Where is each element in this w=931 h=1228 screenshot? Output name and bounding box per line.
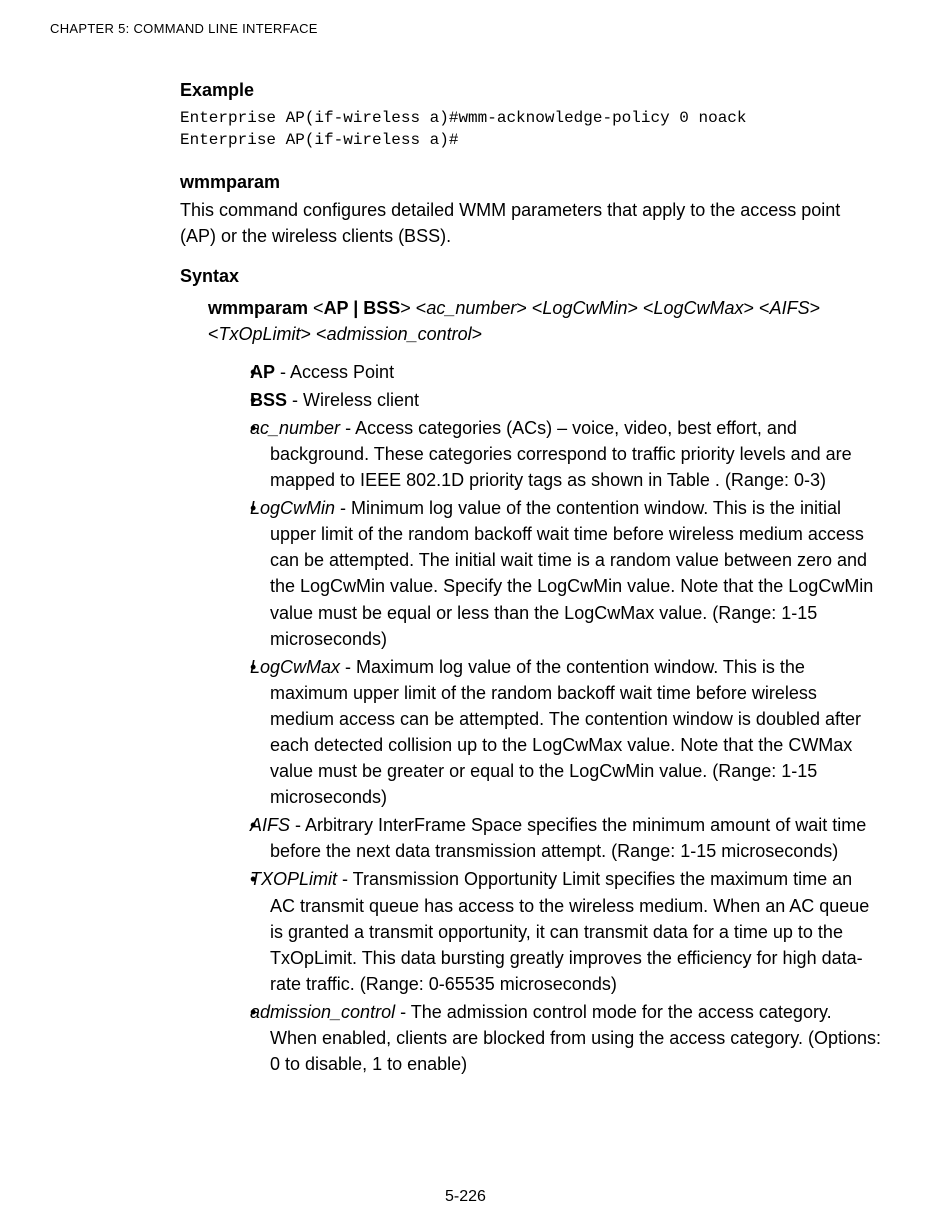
page-number: 5-226 — [0, 1185, 931, 1208]
param-term: AP — [250, 362, 275, 382]
syntax-adm: admission_control — [327, 324, 472, 344]
syntax-acnum: ac_number — [426, 298, 516, 318]
param-term: LogCwMax — [250, 657, 340, 677]
list-item: AIFS - Arbitrary InterFrame Space specif… — [250, 812, 881, 864]
syntax-sep: > < — [301, 324, 327, 344]
list-item: admission_control - The admission contro… — [250, 999, 881, 1077]
param-term: TXOPLimit — [250, 869, 337, 889]
chapter-header: CHAPTER 5: COMMAND LINE INTERFACE — [50, 20, 881, 39]
param-term: BSS — [250, 390, 287, 410]
param-term: LogCwMin — [250, 498, 335, 518]
list-item: ac_number - Access categories (ACs) – vo… — [250, 415, 881, 493]
param-desc: - Access categories (ACs) – voice, video… — [270, 418, 852, 490]
syntax-sep: > < — [400, 298, 426, 318]
command-description: This command configures detailed WMM par… — [180, 197, 881, 249]
param-term: AIFS — [250, 815, 290, 835]
list-item: TXOPLimit - Transmission Opportunity Lim… — [250, 866, 881, 996]
syntax-definition: wmmparam <AP | BSS> <ac_number> <LogCwMi… — [208, 295, 881, 347]
list-item: LogCwMin - Minimum log value of the cont… — [250, 495, 881, 652]
list-item: BSS - Wireless client — [250, 387, 881, 413]
syntax-logmax: LogCwMax — [654, 298, 744, 318]
command-name: wmmparam — [180, 169, 881, 195]
syntax-sep: > < — [744, 298, 770, 318]
param-desc: - Wireless client — [287, 390, 419, 410]
syntax-heading: Syntax — [180, 263, 881, 289]
param-desc: - Transmission Opportunity Limit specifi… — [270, 869, 869, 993]
param-term: ac_number — [250, 418, 340, 438]
list-item: LogCwMax - Maximum log value of the cont… — [250, 654, 881, 811]
param-desc: - Minimum log value of the contention wi… — [270, 498, 873, 648]
syntax-sep: < — [308, 298, 324, 318]
param-desc: - Arbitrary InterFrame Space specifies t… — [270, 815, 866, 861]
syntax-txop: TxOpLimit — [219, 324, 301, 344]
param-desc: - Maximum log value of the contention wi… — [270, 657, 861, 807]
syntax-sep: > — [472, 324, 483, 344]
parameter-list: AP - Access Point BSS - Wireless client … — [250, 359, 881, 1078]
param-desc: - Access Point — [275, 362, 394, 382]
syntax-apbss: AP | BSS — [324, 298, 401, 318]
example-heading: Example — [180, 77, 881, 103]
syntax-sep: > < — [516, 298, 542, 318]
syntax-sep: > < — [627, 298, 653, 318]
syntax-aifs: AIFS — [770, 298, 810, 318]
syntax-logmin: LogCwMin — [542, 298, 627, 318]
param-term: admission_control — [250, 1002, 395, 1022]
list-item: AP - Access Point — [250, 359, 881, 385]
example-code: Enterprise AP(if-wireless a)#wmm-acknowl… — [180, 108, 881, 151]
syntax-cmd: wmmparam — [208, 298, 308, 318]
